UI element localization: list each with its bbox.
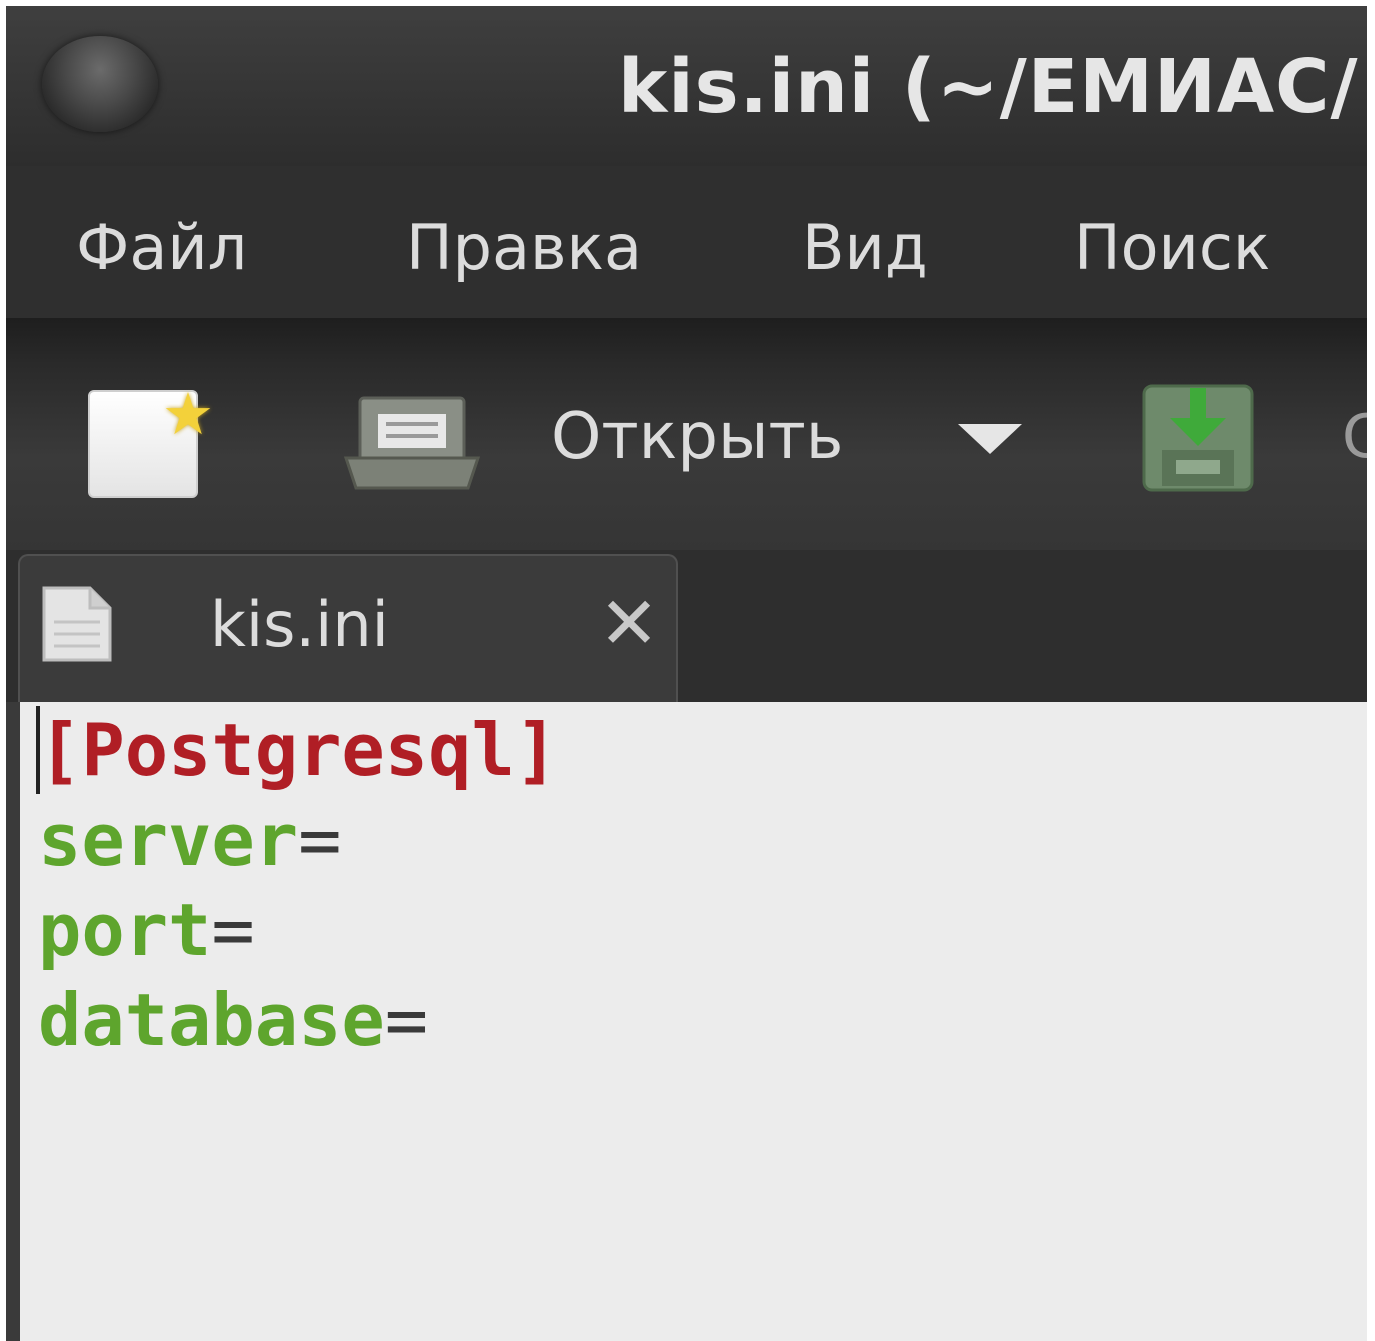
menu-view[interactable]: Вид (802, 211, 928, 284)
text-editor[interactable]: [Postgresql] server= port= database= (6, 702, 1367, 1341)
ini-equals: = (298, 798, 342, 882)
toolbar: ★ Открыть С (6, 318, 1367, 550)
menu-edit[interactable]: Правка (406, 211, 642, 284)
save-button-label-partial[interactable]: С (1342, 402, 1367, 472)
ini-key: database (38, 978, 385, 1062)
dropdown-arrow-icon[interactable] (958, 424, 1022, 454)
menu-search[interactable]: Поиск (1074, 211, 1270, 284)
window-title: kis.ini (~/ЕМИАС/ (618, 44, 1359, 130)
menu-file[interactable]: Файл (76, 211, 247, 284)
ini-key: port (38, 888, 212, 972)
ini-section: [Postgresql] (38, 708, 559, 792)
code-line: server= (38, 796, 341, 884)
code-line: port= (38, 886, 255, 974)
open-button-label[interactable]: Открыть (551, 400, 843, 474)
ini-equals: = (384, 978, 429, 1062)
code-line: database= (38, 976, 428, 1064)
close-icon[interactable]: ✕ (596, 587, 662, 659)
tab-label: kis.ini (210, 588, 389, 661)
document-icon (42, 586, 112, 662)
save-icon[interactable] (1140, 380, 1256, 494)
new-star-icon: ★ (162, 380, 214, 448)
tab-strip: kis.ini ✕ (6, 550, 1367, 702)
editor-window: kis.ini (~/ЕМИАС/ Файл Правка Вид Поиск … (6, 6, 1367, 1341)
ini-key: server (38, 798, 299, 882)
title-bar: kis.ini (~/ЕМИАС/ (6, 6, 1367, 166)
menu-bar: Файл Правка Вид Поиск (6, 166, 1367, 318)
tab-kis-ini[interactable]: kis.ini ✕ (18, 554, 678, 702)
window-close-button[interactable] (42, 36, 158, 132)
code-line: [Postgresql] (38, 706, 558, 794)
ini-equals: = (211, 888, 255, 972)
open-folder-icon[interactable] (342, 388, 482, 492)
